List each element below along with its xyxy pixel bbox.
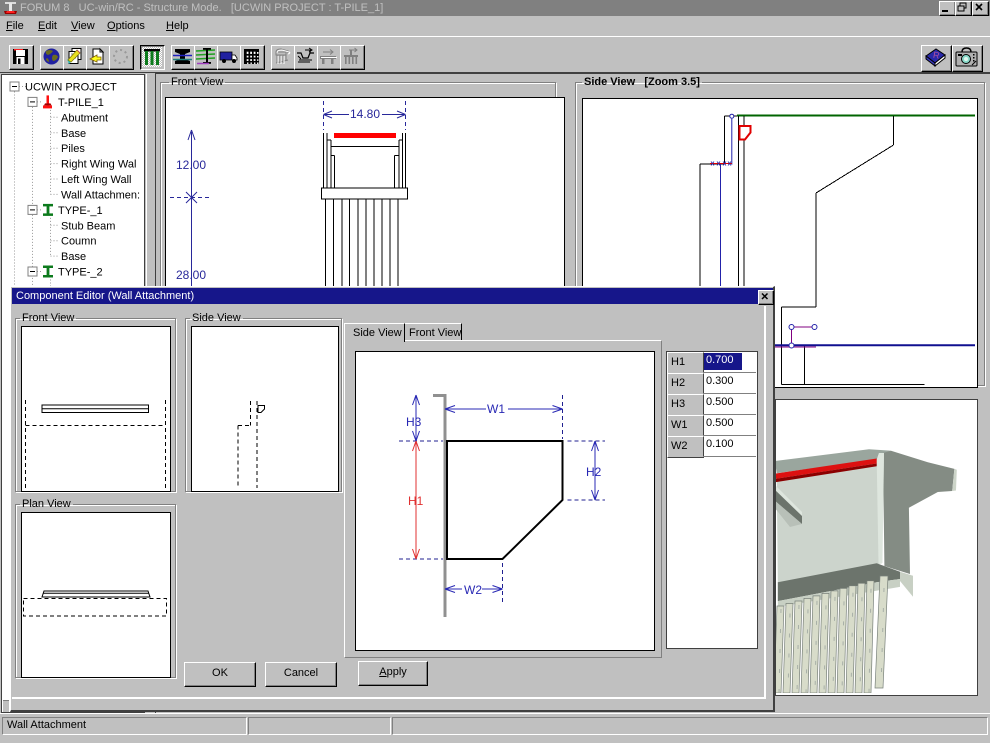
svg-text:T-PILE_1: T-PILE_1 [58,97,104,109]
svg-text:12.00: 12.00 [176,158,206,172]
svg-text:Piles: Piles [61,143,85,155]
svg-text:Wall Attachmen:: Wall Attachmen: [61,189,140,201]
svg-text:14.80: 14.80 [350,107,380,121]
svg-text:W2: W2 [464,583,482,597]
svg-text:H2: H2 [586,465,602,479]
svg-text:H1: H1 [408,494,424,508]
svg-text:Coumn: Coumn [61,236,96,248]
svg-text:Base: Base [61,251,86,263]
svg-text:H3: H3 [406,415,422,429]
svg-text:Stub Beam: Stub Beam [61,220,115,232]
svg-text:28.00: 28.00 [176,268,206,282]
svg-text:UCWIN PROJECT: UCWIN PROJECT [25,82,117,94]
svg-text:TYPE-_2: TYPE-_2 [58,267,103,279]
svg-text:Abutment: Abutment [61,112,108,124]
svg-text:Base: Base [61,128,86,140]
svg-text:W1: W1 [487,402,505,416]
svg-text:Right Wing Wal: Right Wing Wal [61,159,136,171]
svg-text:Left Wing Wall: Left Wing Wall [61,174,132,186]
svg-text:TYPE-_1: TYPE-_1 [58,205,103,217]
